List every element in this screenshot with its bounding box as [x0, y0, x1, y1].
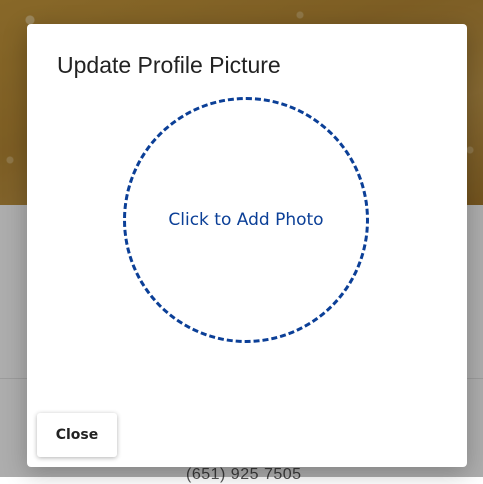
- update-profile-picture-dialog: Update Profile Picture Click to Add Phot…: [27, 24, 467, 467]
- dialog-title: Update Profile Picture: [57, 52, 281, 78]
- close-button[interactable]: Close: [37, 413, 117, 457]
- add-photo-dropzone[interactable]: Click to Add Photo: [123, 97, 369, 343]
- add-photo-label: Click to Add Photo: [168, 210, 324, 230]
